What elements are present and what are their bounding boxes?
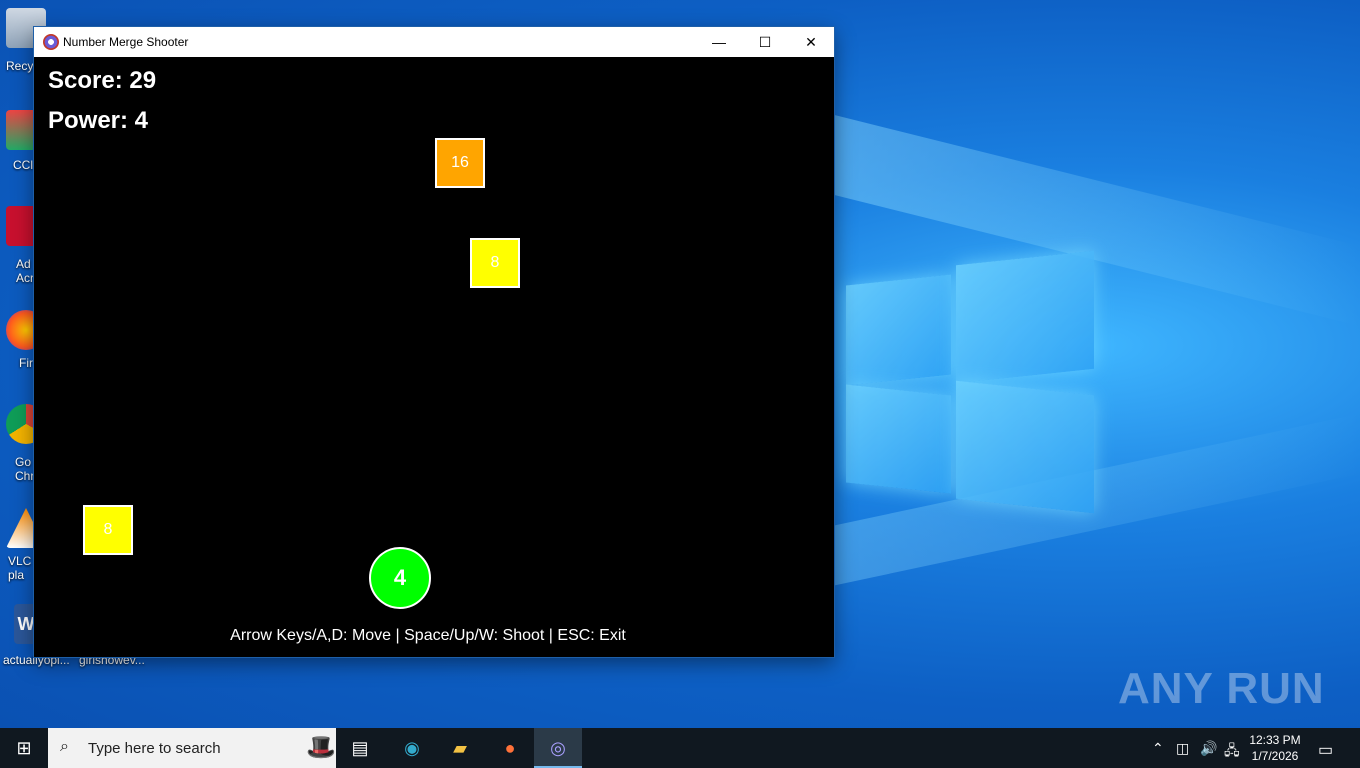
maximize-button[interactable]: ☐	[742, 27, 788, 57]
clock-time: 12:33 PM	[1249, 733, 1301, 747]
desktop-icon-label: VLC pla	[8, 554, 32, 582]
edge-icon[interactable]: ◉	[388, 728, 436, 768]
file-explorer-icon[interactable]: ▰	[436, 728, 484, 768]
network-icon[interactable]: 🖧	[1224, 740, 1240, 764]
number-block: 16	[435, 138, 485, 188]
firefox-icon[interactable]: ●	[486, 728, 534, 768]
player-shooter: 4	[369, 547, 431, 609]
clock-date: 1/7/2026	[1251, 749, 1299, 763]
number-merge-shooter-icon[interactable]: ◎	[534, 728, 582, 768]
power-label: Power: 4	[48, 107, 149, 134]
taskbar: ⊞ ⌕ Type here to search 🎩 ▤ ◉ ▰ ● ◎ ⌃ ◫ …	[0, 728, 1360, 768]
game-canvas[interactable]: Score: 29 Power: 4 16 8 8 4 Arrow Keys/A…	[34, 57, 834, 657]
desktop-icon-label: Recy	[6, 59, 34, 73]
controls-help-text: Arrow Keys/A,D: Move | Space/Up/W: Shoot…	[230, 627, 626, 644]
windows-logo-wallpaper	[846, 250, 1094, 514]
number-block: 8	[83, 505, 133, 555]
search-box[interactable]: ⌕ Type here to search 🎩	[48, 728, 336, 768]
close-button[interactable]: ✕	[788, 27, 834, 57]
minimize-button[interactable]: —	[696, 27, 742, 57]
score-label: Score: 29	[48, 67, 157, 94]
search-highlight-icon: 🎩	[306, 734, 336, 761]
app-window[interactable]: Number Merge Shooter — ☐ ✕ Score: 29 Pow…	[34, 27, 834, 657]
windows-start-icon: ⊞	[16, 737, 32, 758]
search-placeholder: Type here to search	[88, 740, 221, 757]
window-title: Number Merge Shooter	[63, 35, 189, 49]
volume-icon[interactable]: 🔊	[1200, 740, 1217, 757]
search-icon: ⌕	[60, 738, 69, 755]
notification-icon[interactable]: ▭	[1318, 740, 1333, 760]
clock[interactable]: 12:33 PM 1/7/2026	[1244, 732, 1306, 764]
chevron-up-icon[interactable]: ⌃	[1152, 740, 1164, 757]
task-view-icon[interactable]: ▤	[336, 728, 384, 768]
start-button[interactable]: ⊞	[0, 728, 48, 768]
title-bar[interactable]: Number Merge Shooter — ☐ ✕	[34, 27, 834, 57]
desktop-icon-label: CCl	[13, 158, 33, 172]
meet-now-icon[interactable]: ◫	[1176, 740, 1189, 757]
desktop-icon-label: Fir	[19, 356, 33, 370]
number-block: 8	[470, 238, 520, 288]
desktop-icon-label: Ad Acr	[16, 257, 34, 285]
app-icon	[43, 34, 59, 50]
anyrun-watermark: ANY RUN	[1118, 664, 1325, 713]
